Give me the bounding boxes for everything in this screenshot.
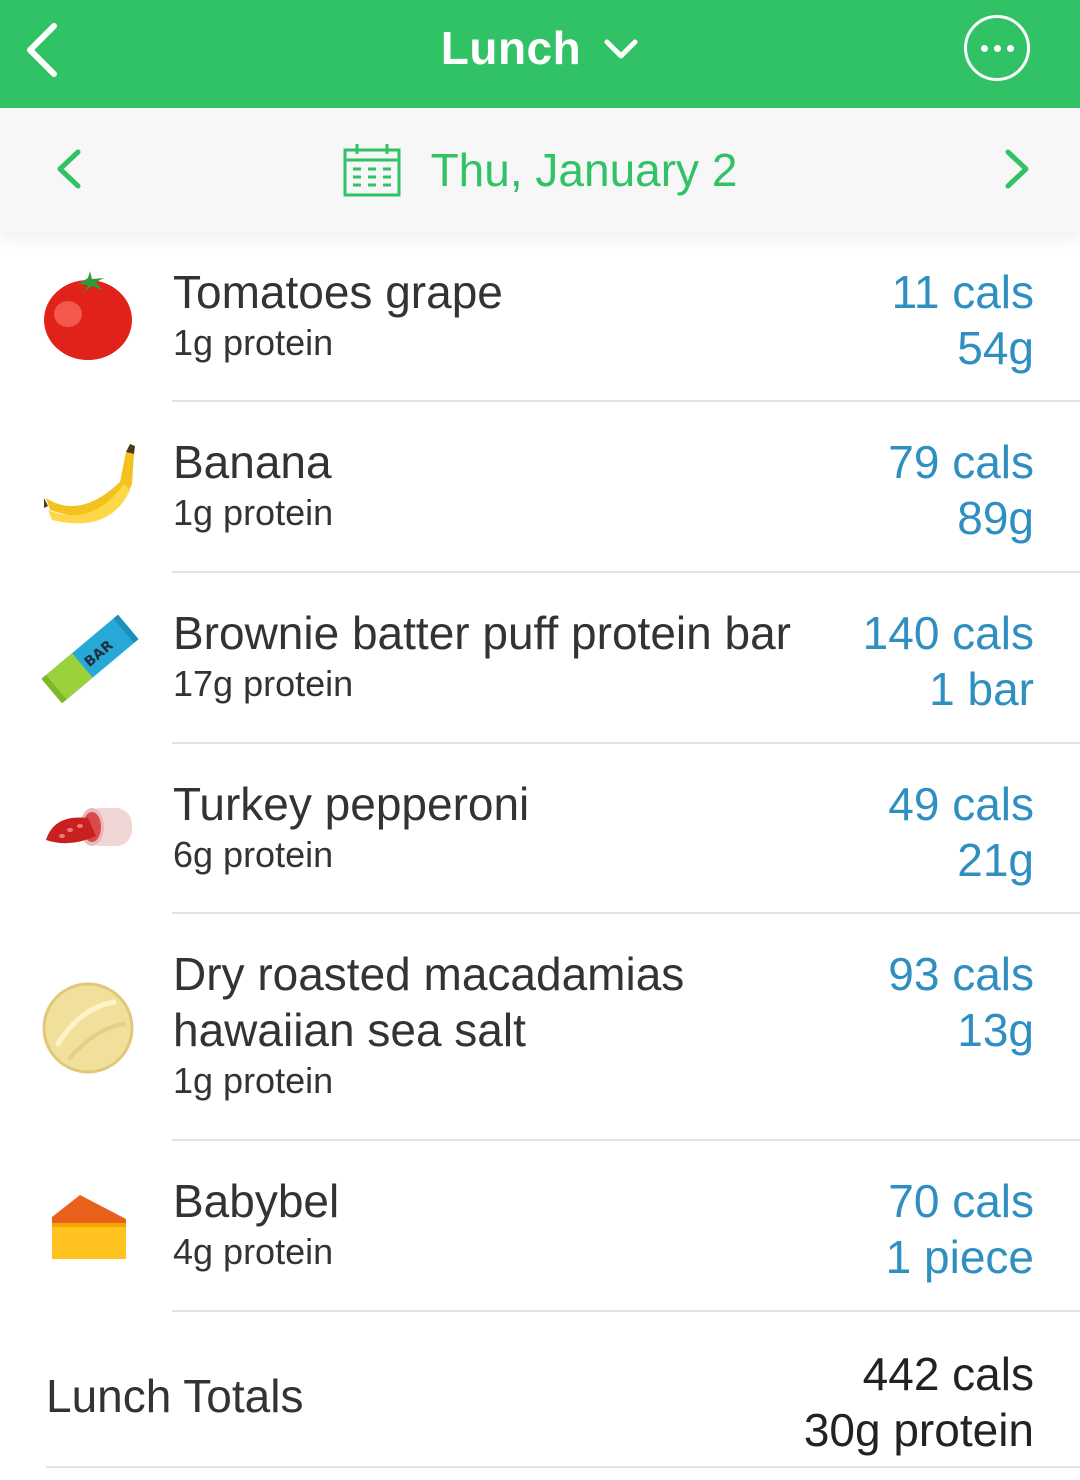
meal-totals: Lunch Totals 442 cals 30g protein [0, 1340, 1080, 1468]
food-calories: 49 cals [888, 778, 1034, 830]
food-calories: 140 cals [862, 607, 1034, 659]
food-protein: 1g protein [173, 322, 334, 363]
date-navigation-bar: Thu, January 2 [0, 108, 1080, 232]
food-name: Turkey pepperoni [173, 778, 530, 830]
cheese-icon [52, 1195, 126, 1259]
food-protein: 1g protein [173, 492, 334, 533]
food-calories: 11 cals [891, 266, 1034, 318]
food-amount: 13g [957, 1004, 1034, 1056]
food-name: Brownie batter puff protein bar [173, 607, 791, 659]
current-date[interactable]: Thu, January 2 [431, 143, 738, 197]
ellipsis-icon [980, 44, 988, 52]
protein-bar-icon: BAR [41, 614, 139, 704]
food-name: Tomatoes grape [173, 266, 503, 318]
food-row[interactable]: Banana 1g protein 79 cals 89g [0, 402, 1080, 573]
calendar-icon[interactable] [343, 143, 401, 197]
food-name-line1: Dry roasted macadamias [173, 948, 685, 1000]
ellipsis-dot [1006, 44, 1014, 52]
food-protein: 6g protein [173, 834, 334, 875]
food-protein: 4g protein [173, 1231, 334, 1272]
next-day-button[interactable] [996, 146, 1036, 192]
food-row[interactable]: Tomatoes grape 1g protein 11 cals 54g [0, 232, 1080, 402]
food-list: Tomatoes grape 1g protein 11 cals 54g Ba… [0, 232, 1080, 1312]
totals-label: Lunch Totals [46, 1370, 304, 1422]
chevron-left-icon [27, 23, 57, 77]
meal-title[interactable]: Lunch [441, 21, 581, 75]
food-row[interactable]: Dry roasted macadamias hawaiian sea salt… [0, 914, 1080, 1141]
banana-icon [44, 444, 135, 524]
total-calories: 442 cals [862, 1348, 1034, 1400]
food-row[interactable]: Turkey pepperoni 6g protein 49 cals 21g [0, 744, 1080, 914]
food-amount: 1 bar [929, 663, 1034, 715]
food-calories: 79 cals [888, 436, 1034, 488]
food-protein: 1g protein [173, 1060, 334, 1101]
food-calories: 93 cals [888, 948, 1034, 1000]
food-protein: 17g protein [173, 663, 354, 704]
pepperoni-icon [46, 808, 132, 846]
ellipsis-dot [993, 44, 1001, 52]
tomato-icon [44, 271, 132, 360]
food-amount: 89g [957, 492, 1034, 544]
more-options-button[interactable] [964, 15, 1030, 81]
macadamia-nut-icon [42, 982, 134, 1074]
food-name-line2: hawaiian sea salt [173, 1004, 526, 1056]
food-amount: 21g [957, 834, 1034, 886]
food-row[interactable]: Babybel 4g protein 70 cals 1 piece [0, 1141, 1080, 1312]
chevron-down-icon[interactable] [603, 38, 639, 62]
food-amount: 54g [957, 322, 1034, 374]
chevron-left-icon [57, 149, 81, 189]
food-row[interactable]: BAR Brownie batter puff protein bar 17g … [0, 573, 1080, 744]
previous-day-button[interactable] [50, 146, 90, 192]
food-name: Babybel [173, 1175, 340, 1227]
total-protein: 30g protein [803, 1404, 1034, 1456]
food-name: Banana [173, 436, 332, 488]
back-button[interactable] [18, 18, 74, 82]
top-bar: Lunch [0, 0, 1080, 108]
food-amount: 1 piece [885, 1231, 1034, 1283]
row-divider [172, 1310, 1080, 1312]
totals-divider [46, 1466, 1080, 1468]
food-calories: 70 cals [888, 1175, 1034, 1227]
chevron-right-icon [1005, 149, 1029, 189]
totals-values: 442 cals 30g protein [804, 1346, 1034, 1458]
